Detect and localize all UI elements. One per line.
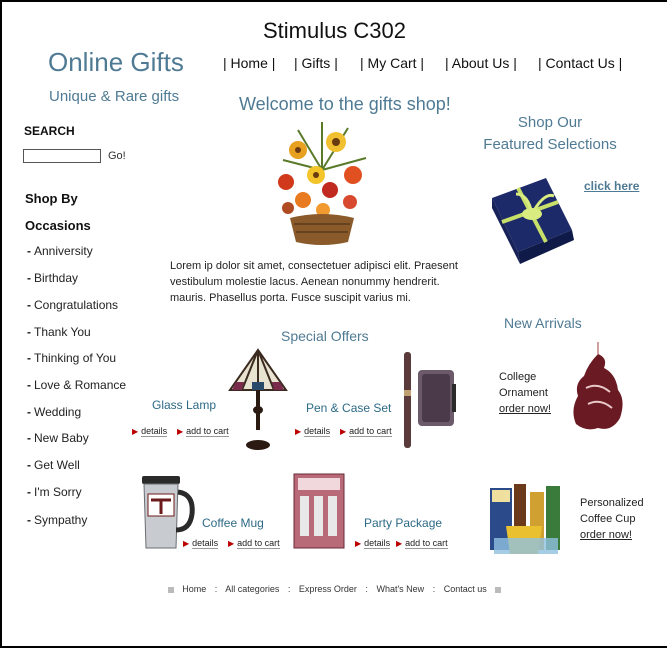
- stimulus-title: Stimulus C302: [262, 18, 407, 43]
- sidebar-heading-shop-by: Shop By: [25, 191, 78, 206]
- sidebar-heading-occasions: Occasions: [25, 218, 91, 233]
- sidebar-item-get-well[interactable]: - Get Well: [27, 458, 80, 472]
- pen-case-image: [404, 352, 456, 448]
- coffee-mug-details-button[interactable]: ▶ details: [183, 538, 219, 549]
- footer-all-categories-link[interactable]: All categories: [225, 584, 279, 594]
- sidebar-item-congratulations[interactable]: - Congratulations: [27, 298, 118, 312]
- footer-nav: Home : All categories : Express Order : …: [0, 584, 669, 594]
- glass-lamp-image: [228, 348, 288, 450]
- nav-my-cart[interactable]: | My Cart |: [360, 55, 424, 71]
- personalized-coffee-cup-text: Personalized Coffee Cup order now!: [580, 497, 644, 543]
- site-tagline: Unique & Rare gifts: [49, 88, 180, 105]
- nav-home[interactable]: | Home |: [223, 55, 275, 71]
- footer-square-right: [495, 586, 502, 593]
- nav-gifts[interactable]: | Gifts |: [294, 55, 338, 71]
- sidebar-item-birthday[interactable]: - Birthday: [27, 271, 78, 285]
- footer-express-order-link[interactable]: Express Order: [299, 584, 357, 594]
- sidebar-item-thinking-of-you[interactable]: - Thinking of You: [27, 351, 116, 365]
- product-name-pen-case-set[interactable]: Pen & Case Set: [306, 401, 391, 415]
- gift-box-image: [492, 178, 574, 264]
- sidebar-item-new-baby[interactable]: - New Baby: [27, 431, 89, 445]
- pen-case-add-to-cart-button[interactable]: ▶ add to cart: [340, 426, 392, 437]
- sidebar-item-sympathy[interactable]: - Sympathy: [27, 513, 87, 527]
- sidebar-item-love-romance[interactable]: - Love & Romance: [27, 378, 126, 392]
- party-package-add-to-cart-button[interactable]: ▶ add to cart: [396, 538, 448, 549]
- featured-heading: Shop Our Featured Selections: [483, 114, 617, 153]
- sidebar-item-wedding[interactable]: - Wedding: [27, 405, 81, 419]
- footer-home-link[interactable]: Home: [182, 584, 206, 594]
- sidebar-item-anniversity[interactable]: - Anniversity: [27, 244, 93, 258]
- intro-paragraph: Lorem ip dolor sit amet, consectetuer ad…: [170, 260, 458, 304]
- college-ornament-image: [573, 342, 623, 430]
- sidebar-item-im-sorry[interactable]: - I'm Sorry: [27, 485, 82, 499]
- welcome-heading: Welcome to the gifts shop!: [239, 94, 451, 114]
- coffee-cup-gift-image: [490, 484, 560, 554]
- site-logo[interactable]: Online Gifts: [48, 47, 184, 78]
- product-name-glass-lamp[interactable]: Glass Lamp: [152, 398, 216, 412]
- search-input[interactable]: [23, 149, 101, 163]
- college-ornament-text: College Ornament order now!: [499, 371, 551, 417]
- flower-basket-image: [278, 122, 367, 245]
- glass-lamp-details-button[interactable]: ▶ details: [132, 426, 168, 437]
- party-package-image: [293, 473, 345, 549]
- college-ornament-order-link[interactable]: order now!: [499, 401, 551, 417]
- new-arrivals-heading: New Arrivals: [504, 315, 582, 331]
- featured-click-here-link[interactable]: click here: [584, 179, 639, 193]
- pen-case-details-button[interactable]: ▶ details: [295, 426, 331, 437]
- product-name-party-package[interactable]: Party Package: [364, 516, 442, 530]
- special-offers-heading: Special Offers: [281, 328, 369, 344]
- party-package-details-button[interactable]: ▶ details: [355, 538, 391, 549]
- nav-contact-us[interactable]: | Contact Us |: [538, 55, 622, 71]
- nav-about-us[interactable]: | About Us |: [445, 55, 517, 71]
- sidebar-item-thank-you[interactable]: - Thank You: [27, 325, 91, 339]
- footer-whats-new-link[interactable]: What's New: [376, 584, 424, 594]
- search-label: SEARCH: [24, 124, 75, 138]
- glass-lamp-add-to-cart-button[interactable]: ▶ add to cart: [177, 426, 229, 437]
- coffee-cup-order-link[interactable]: order now!: [580, 527, 644, 543]
- footer-square-left: [167, 586, 174, 593]
- footer-contact-us-link[interactable]: Contact us: [444, 584, 487, 594]
- coffee-mug-add-to-cart-button[interactable]: ▶ add to cart: [228, 538, 280, 549]
- search-go-button[interactable]: Go!: [108, 150, 126, 162]
- product-name-coffee-mug[interactable]: Coffee Mug: [202, 516, 264, 530]
